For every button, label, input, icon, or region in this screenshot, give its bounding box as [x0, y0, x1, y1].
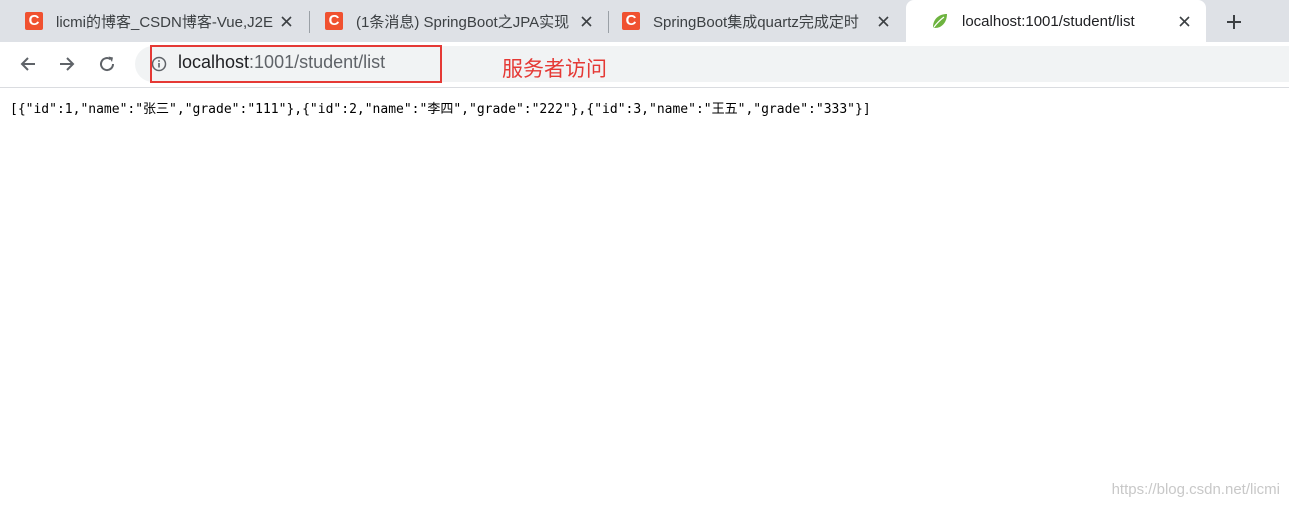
- arrow-right-icon: [60, 57, 75, 71]
- watermark: https://blog.csdn.net/licmi: [1111, 481, 1280, 498]
- tab-strip: C licmi的博客_CSDN博客-Vue,J2E C (1条消息) Sprin…: [0, 0, 1289, 42]
- close-icon[interactable]: [1175, 12, 1193, 30]
- plus-icon: [1227, 15, 1241, 29]
- tab-csdn-blog[interactable]: C licmi的博客_CSDN博客-Vue,J2E: [0, 0, 308, 42]
- csdn-icon: C: [325, 12, 343, 30]
- tab-title: SpringBoot集成quartz完成定时: [653, 13, 859, 31]
- tab-title: (1条消息) SpringBoot之JPA实现: [356, 13, 570, 31]
- reload-icon: [100, 56, 115, 72]
- csdn-icon: C: [622, 12, 640, 30]
- close-icon[interactable]: [277, 12, 295, 30]
- reload-button[interactable]: [95, 52, 119, 76]
- arrow-left-icon: [20, 57, 35, 71]
- annotation-highlight-box: [150, 45, 442, 83]
- tab-springboot-jpa[interactable]: C (1条消息) SpringBoot之JPA实现: [300, 0, 608, 42]
- tab-title: licmi的博客_CSDN博客-Vue,J2E: [56, 13, 273, 31]
- tab-springboot-quartz[interactable]: C SpringBoot集成quartz完成定时: [597, 0, 905, 42]
- close-icon[interactable]: [577, 12, 595, 30]
- spring-leaf-icon: [931, 12, 949, 30]
- back-button[interactable]: [16, 52, 40, 76]
- forward-button[interactable]: [55, 52, 79, 76]
- tab-title: localhost:1001/student/list: [962, 12, 1135, 30]
- csdn-icon: C: [25, 12, 43, 30]
- json-response: [{"id":1,"name":"张三","grade":"111"},{"id…: [10, 102, 871, 117]
- annotation-label: 服务者访问: [502, 58, 607, 81]
- close-icon[interactable]: [874, 12, 892, 30]
- new-tab-button[interactable]: [1222, 10, 1246, 34]
- browser-toolbar: localhost:1001/student/list 服务者访问: [0, 42, 1289, 88]
- tab-localhost-student-list[interactable]: localhost:1001/student/list: [906, 0, 1206, 42]
- page-content: [{"id":1,"name":"张三","grade":"111"},{"id…: [0, 88, 1289, 507]
